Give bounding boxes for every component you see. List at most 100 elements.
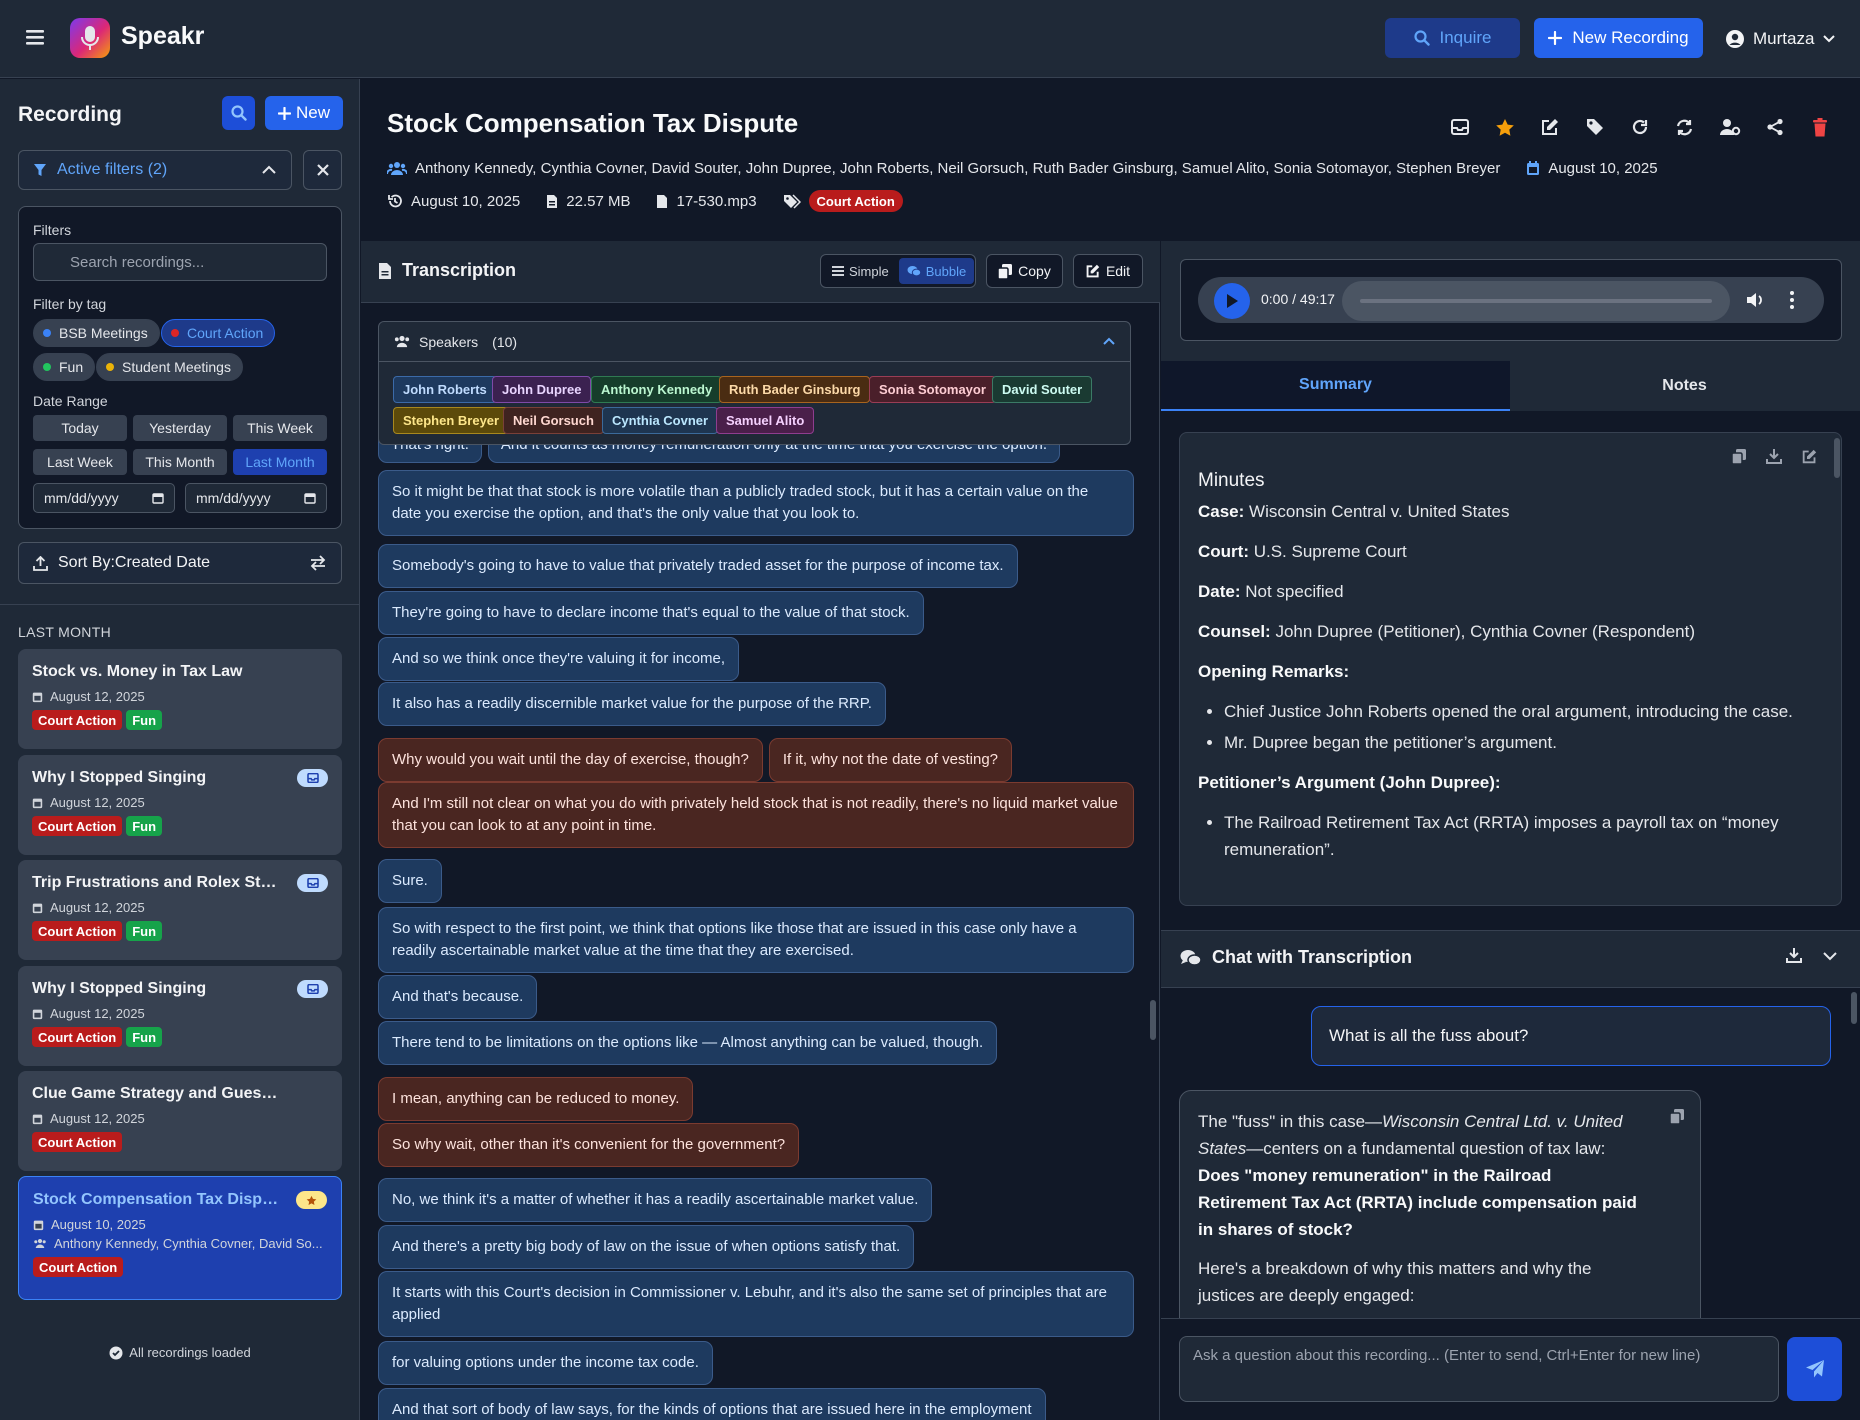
transcript-row: It also has a readily discernible market… xyxy=(378,682,886,726)
speaker-chip[interactable]: John Roberts xyxy=(393,376,497,403)
transcript-row: I mean, anything can be reduced to money… xyxy=(378,1077,694,1121)
user-circle-icon xyxy=(1725,29,1745,49)
recording-card[interactable]: Stock vs. Money in Tax Law August 12, 202… xyxy=(18,649,342,749)
summary-content: Minutes Case: Wisconsin Central v. Unite… xyxy=(1198,467,1808,876)
sidebar-new-button[interactable]: New xyxy=(265,96,343,130)
new-recording-button[interactable]: New Recording xyxy=(1534,18,1703,58)
recording-card[interactable]: Trip Frustrations and Rolex Strategy Augu… xyxy=(18,860,342,960)
recording-card[interactable]: Why I Stopped Singing August 12, 2025 Cour… xyxy=(18,966,342,1066)
transcript-scrollbar[interactable] xyxy=(1150,1000,1156,1040)
send-button[interactable] xyxy=(1787,1337,1842,1401)
speaker-chip[interactable]: Sonia Sotomayor xyxy=(869,376,996,403)
tag-chip-court-action[interactable]: Court Action xyxy=(161,319,276,347)
transcript-row: And that sort of body of law says, for t… xyxy=(378,1388,1046,1420)
chat-input[interactable] xyxy=(1179,1336,1779,1402)
transcript-bubble: So with respect to the first point, we t… xyxy=(378,907,1134,973)
hamburger-menu-icon[interactable] xyxy=(24,27,48,49)
tag-chip-bsb-meetings[interactable]: BSB Meetings xyxy=(33,319,160,347)
tag-button[interactable] xyxy=(1572,114,1617,140)
chevron-down-icon xyxy=(1822,34,1836,44)
star-button[interactable] xyxy=(1482,114,1527,140)
simple-view-button[interactable]: Simple xyxy=(824,258,897,284)
copy-icon[interactable] xyxy=(1670,1109,1684,1124)
speaker-chip[interactable]: David Souter xyxy=(992,376,1093,403)
share-button[interactable] xyxy=(1752,114,1797,140)
transcript-row: There tend to be limitations on the opti… xyxy=(378,1021,998,1065)
recording-card-title: Stock vs. Money in Tax Law xyxy=(32,663,243,680)
edit-transcript-button[interactable]: Edit xyxy=(1073,254,1143,288)
redo-button[interactable] xyxy=(1617,114,1662,140)
summary-case: Case: Wisconsin Central v. United States xyxy=(1198,498,1808,525)
speakers-header[interactable]: Speakers (10) xyxy=(379,322,1130,362)
tag-chip-student-meetings[interactable]: Student Meetings xyxy=(96,353,243,381)
bubble-view-button[interactable]: Bubble xyxy=(898,258,975,284)
seek-track xyxy=(1360,299,1712,303)
inquire-button[interactable]: Inquire xyxy=(1385,18,1520,58)
app-logo-microphone-icon xyxy=(70,18,110,58)
speaker-chip[interactable]: Stephen Breyer xyxy=(393,407,510,434)
search-recordings-input[interactable] xyxy=(33,243,327,281)
edit-icon[interactable] xyxy=(1802,449,1817,464)
date-to-input[interactable]: mm/dd/yyyy xyxy=(185,483,327,513)
speaker-chip[interactable]: Anthony Kennedy xyxy=(591,376,723,403)
recording-card-participants-text: Anthony Kennedy, Cynthia Covner, David S… xyxy=(54,1236,323,1251)
summary-heading: Minutes xyxy=(1198,470,1265,491)
copy-icon[interactable] xyxy=(1732,449,1746,464)
recording-tag-badge[interactable]: Court Action xyxy=(808,190,903,212)
date-button-this-month[interactable]: This Month xyxy=(133,449,227,475)
share-icon xyxy=(1766,118,1784,136)
intro-text: The "fuss" in this case— xyxy=(1198,1112,1383,1131)
date-button-yesterday[interactable]: Yesterday xyxy=(133,415,227,441)
sort-by-button[interactable]: Sort By:Created Date xyxy=(18,542,342,584)
file-size-icon xyxy=(546,194,558,209)
date-button-today[interactable]: Today xyxy=(33,415,127,441)
user-menu[interactable]: Murtaza xyxy=(1725,26,1836,52)
download-icon[interactable] xyxy=(1786,948,1802,963)
recording-card[interactable]: Stock Compensation Tax Dispute August 10,… xyxy=(18,1176,342,1300)
recording-card-date-text: August 12, 2025 xyxy=(50,1111,145,1126)
delete-button[interactable] xyxy=(1797,114,1842,140)
inbox-button[interactable] xyxy=(1437,114,1482,140)
more-options-icon[interactable] xyxy=(1789,290,1795,310)
tag-badge: Court Action xyxy=(32,921,123,941)
recording-card[interactable]: Why I Stopped Singing August 12, 2025 Cour… xyxy=(18,755,342,855)
speaker-chip[interactable]: John Dupree xyxy=(492,376,592,403)
chevron-down-icon[interactable] xyxy=(1822,951,1838,961)
volume-icon[interactable] xyxy=(1746,291,1766,309)
copy-transcript-button[interactable]: Copy xyxy=(986,254,1063,288)
date-button-last-month[interactable]: Last Month xyxy=(233,449,327,475)
recording-card[interactable]: Clue Game Strategy and Guessing August 12… xyxy=(18,1071,342,1171)
user-name: Murtaza xyxy=(1753,29,1815,48)
close-icon xyxy=(316,164,329,176)
chat-scrollbar[interactable] xyxy=(1851,992,1857,1024)
tab-notes[interactable]: Notes xyxy=(1510,361,1859,411)
date-button-this-week[interactable]: This Week xyxy=(233,415,327,441)
speaker-chip[interactable]: Ruth Bader Ginsburg xyxy=(719,376,871,403)
opening-remarks-list: Chief Justice John Roberts opened the or… xyxy=(1224,698,1808,756)
active-filters-toggle[interactable]: Active filters (2) xyxy=(18,150,292,190)
clear-filters-button[interactable] xyxy=(303,150,342,190)
tab-summary[interactable]: Summary xyxy=(1161,361,1510,411)
transcript-bubble: And there's a pretty big body of law on … xyxy=(378,1225,915,1269)
date-button-last-week[interactable]: Last Week xyxy=(33,449,127,475)
reprocess-button[interactable] xyxy=(1662,114,1707,140)
speaker-chip[interactable]: Neil Gorsuch xyxy=(503,407,604,434)
loaded-note-text: All recordings loaded xyxy=(129,1345,251,1360)
tag-chip-label: Court Action xyxy=(187,325,264,341)
trash-icon xyxy=(1812,117,1828,137)
speaker-chip[interactable]: Samuel Alito xyxy=(716,407,815,434)
transcript-bubble: Sure. xyxy=(378,859,442,903)
date-from-input[interactable]: mm/dd/yyyy xyxy=(33,483,175,513)
sidebar-search-button[interactable] xyxy=(222,96,255,130)
summary-scrollbar[interactable] xyxy=(1834,438,1840,478)
swap-arrows-icon[interactable] xyxy=(309,555,327,571)
play-button[interactable] xyxy=(1214,283,1250,319)
calendar-icon xyxy=(32,1008,43,1020)
tag-color-dot xyxy=(171,329,179,337)
created-date: August 10, 2025 xyxy=(411,192,521,210)
edit-button[interactable] xyxy=(1527,114,1572,140)
tag-chip-fun[interactable]: Fun xyxy=(33,353,96,381)
download-icon[interactable] xyxy=(1766,449,1782,464)
speaker-assign-button[interactable] xyxy=(1707,114,1752,140)
speaker-chip[interactable]: Cynthia Covner xyxy=(602,407,719,434)
